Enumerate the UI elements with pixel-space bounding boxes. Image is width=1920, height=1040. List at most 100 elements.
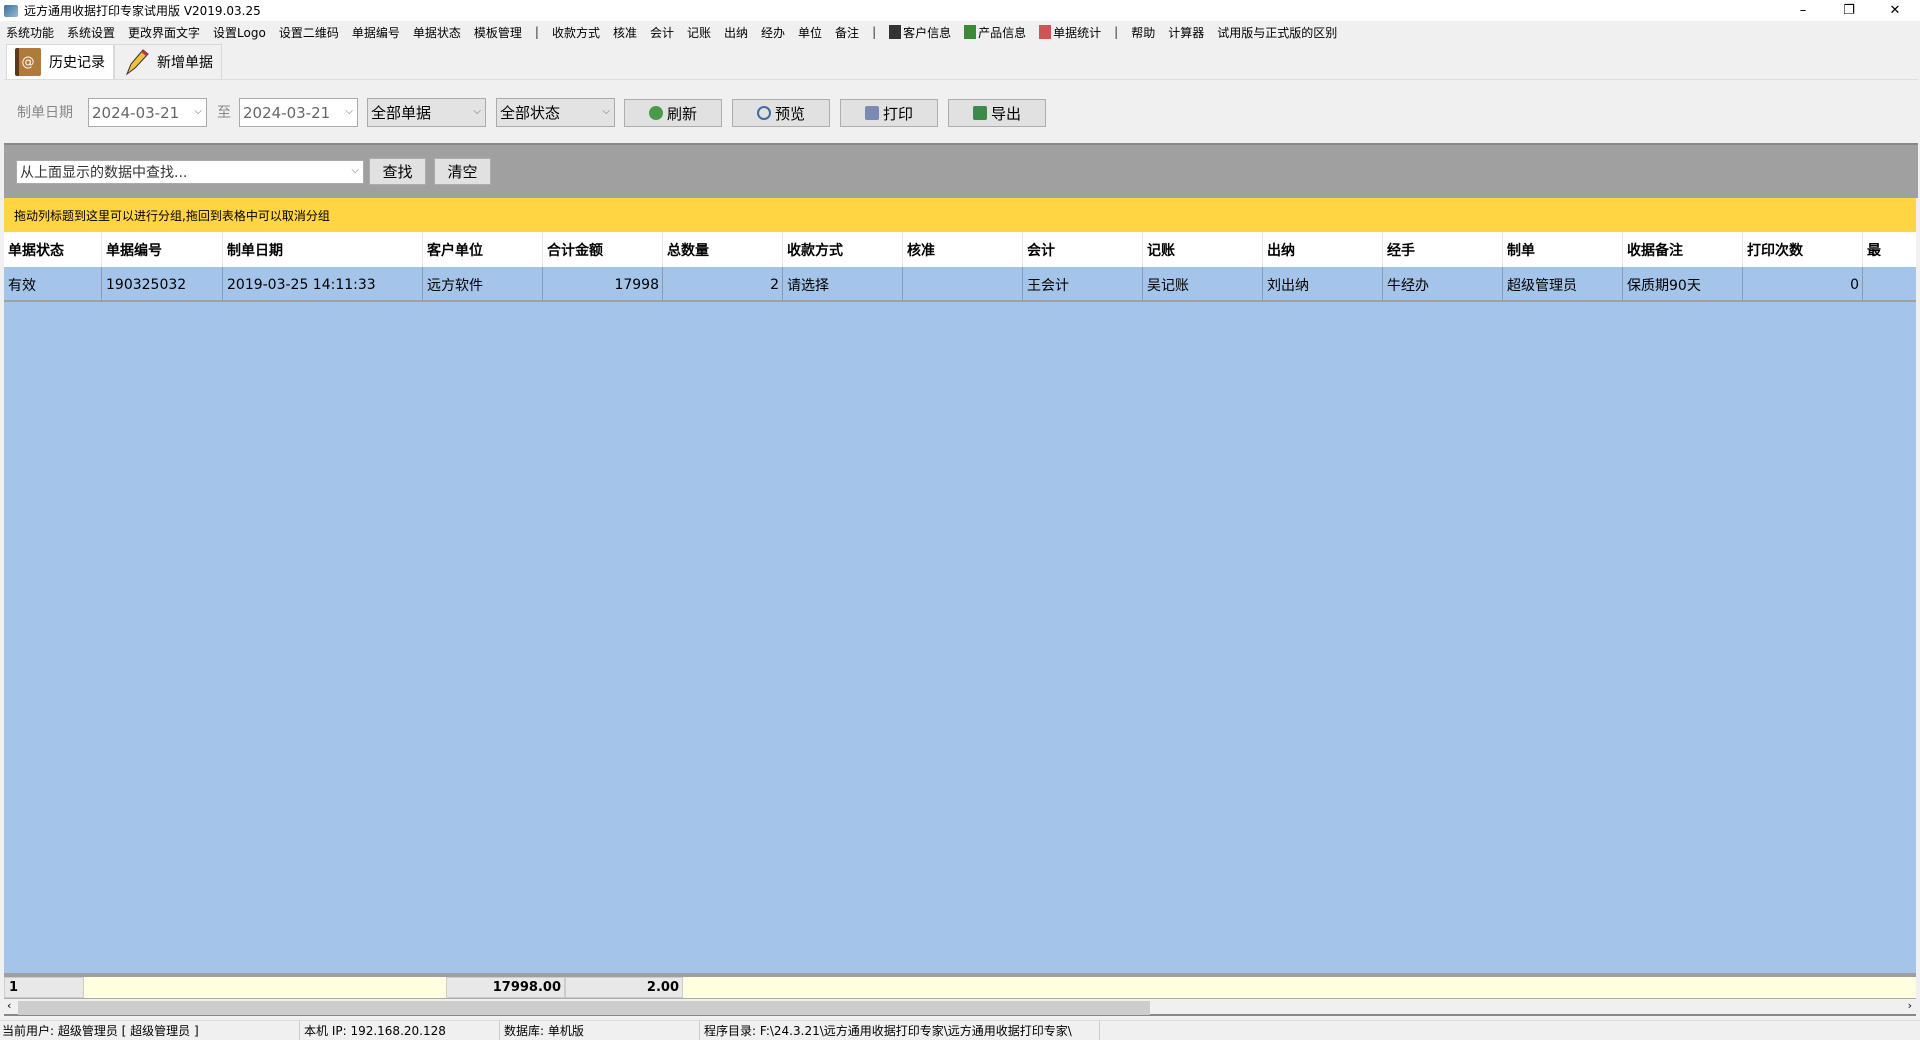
date-from-picker[interactable]: 2024-03-21 ⌵ (88, 98, 207, 127)
menu-bar: 系统功能 系统设置 更改界面文字 设置Logo 设置二维码 单据编号 单据状态 模板管理 | 收款… (0, 21, 1920, 43)
menu-item[interactable]: 试用版与正式版的区别 (1217, 24, 1337, 41)
menu-item-label: 出纳 (724, 25, 749, 40)
column-header[interactable]: 单据状态 (4, 232, 102, 267)
chevron-down-icon: ⌵ (351, 165, 359, 176)
table-cell[interactable]: 牛经办 (1383, 267, 1503, 302)
date-label: 制单日期 (17, 105, 73, 121)
menu-item-label: 更改界面文字 (128, 25, 201, 40)
group-by-area[interactable]: 拖动列标题到这里可以进行分组,拖回到表格中可以取消分组 (4, 198, 1916, 232)
column-header[interactable]: 总数量 (663, 232, 783, 267)
print-button[interactable]: 打印 (840, 99, 938, 127)
menu-item-label: 备注 (835, 25, 860, 40)
table-row[interactable]: 有效 190325032 2019-03-25 14:11:33 远方软件 17998 2… (4, 267, 1916, 302)
receipt-grid: 单据状态 单据编号 制单日期 客户单位 合计金额 总数量 收款方式 核准 会计 记账 出纳 经手 制单收… (4, 232, 1916, 973)
menu-item[interactable]: 计算器 (1168, 24, 1204, 41)
menu-item[interactable]: 更改界面文字 (128, 24, 200, 41)
menu-item[interactable]: 出纳 (724, 24, 748, 41)
column-header[interactable]: 收据备注 (1623, 232, 1743, 267)
column-header[interactable]: 最 (1863, 232, 1916, 267)
table-cell[interactable]: 远方软件 (423, 267, 543, 302)
search-input[interactable]: 从上面显示的数据中查找... ⌵ (16, 160, 364, 184)
footer-spacer (84, 977, 446, 998)
refresh-icon (648, 106, 663, 120)
column-header[interactable]: 客户单位 (423, 232, 543, 267)
column-header[interactable]: 制单 (1503, 232, 1623, 267)
table-cell[interactable] (903, 267, 1023, 302)
menu-item[interactable]: 设置二维码 (279, 24, 339, 41)
total-amount: 17998.00 (446, 977, 565, 998)
menu-item[interactable]: 模板管理 (474, 24, 522, 41)
table-cell[interactable]: 0 (1743, 267, 1863, 302)
table-cell[interactable]: 有效 (4, 267, 102, 302)
column-header[interactable]: 出纳 (1263, 232, 1383, 267)
column-header[interactable]: 打印次数 (1743, 232, 1863, 267)
column-header[interactable]: 记账 (1143, 232, 1263, 267)
menu-item[interactable]: 客户信息 (889, 24, 951, 41)
app-icon (4, 4, 18, 17)
menu-item-label: 产品信息 (978, 25, 1027, 40)
column-header[interactable]: 经手 (1383, 232, 1503, 267)
export-label: 导出 (990, 104, 1021, 123)
menu-item[interactable]: 设置Logo (213, 24, 266, 41)
menu-item[interactable]: 备注 (835, 24, 859, 41)
preview-button[interactable]: 预览 (732, 99, 830, 127)
menu-item[interactable]: 单据统计 (1039, 24, 1101, 41)
date-from-value: 2024-03-21 (92, 103, 180, 122)
menu-item[interactable]: 经办 (761, 24, 785, 41)
money-icon (964, 25, 977, 39)
menu-item[interactable]: 记账 (687, 24, 711, 41)
window-title: 远方通用收据打印专家试用版 V2019.03.25 (24, 4, 261, 18)
column-header[interactable]: 会计 (1023, 232, 1143, 267)
table-cell[interactable]: 请选择 (783, 267, 903, 302)
table-cell[interactable]: 保质期90天 (1623, 267, 1743, 302)
menu-item[interactable]: 产品信息 (964, 24, 1026, 41)
menu-item[interactable]: 收款方式 (552, 24, 600, 41)
print-label: 打印 (882, 104, 913, 123)
table-cell[interactable]: 2019-03-25 14:11:33 (223, 267, 423, 302)
date-to-picker[interactable]: 2024-03-21 ⌵ (239, 98, 358, 127)
column-header[interactable]: 制单日期 (223, 232, 423, 267)
find-button[interactable]: 查找 (369, 158, 426, 185)
tab-history[interactable]: @ 历史记录 (6, 44, 114, 79)
restore-button[interactable]: ❐ (1826, 0, 1872, 21)
scroll-left-icon[interactable]: ‹ (7, 999, 11, 1012)
table-cell[interactable]: 17998 (543, 267, 663, 302)
menu-item[interactable]: 系统功能 (6, 24, 54, 41)
menu-item-label: 计算器 (1168, 25, 1205, 40)
menu-item[interactable]: 帮助 (1131, 24, 1155, 41)
table-cell[interactable]: 王会计 (1023, 267, 1143, 302)
status-filter-select[interactable]: 全部状态 ⌵ (496, 98, 615, 127)
tab-label: 历史记录 (49, 55, 105, 71)
table-cell[interactable]: 2 (663, 267, 783, 302)
menu-item-label: 客户信息 (903, 25, 952, 40)
table-cell[interactable]: 刘出纳 (1263, 267, 1383, 302)
column-header[interactable]: 单据编号 (102, 232, 223, 267)
menu-item[interactable]: 单据编号 (352, 24, 400, 41)
column-header[interactable]: 合计金额 (543, 232, 663, 267)
close-button[interactable]: ✕ (1872, 0, 1918, 21)
table-cell[interactable]: 超级管理员 (1503, 267, 1623, 302)
export-button[interactable]: 导出 (948, 99, 1046, 127)
menu-item[interactable]: 系统设置 (67, 24, 115, 41)
table-cell[interactable] (1863, 267, 1916, 302)
menu-item[interactable]: 单据状态 (413, 24, 461, 41)
menu-item[interactable]: 会计 (650, 24, 674, 41)
refresh-button[interactable]: 刷新 (624, 99, 722, 127)
chevron-down-icon: ⌵ (345, 106, 353, 117)
menu-item[interactable]: 核准 (613, 24, 637, 41)
menu-item-label: 记账 (686, 25, 711, 40)
column-header[interactable]: 收款方式 (783, 232, 903, 267)
table-cell[interactable]: 190325032 (102, 267, 223, 302)
clear-button[interactable]: 清空 (434, 158, 491, 185)
type-filter-select[interactable]: 全部单据 ⌵ (367, 98, 486, 127)
column-header[interactable]: 核准 (903, 232, 1023, 267)
filter-toolbar: 制单日期 2024-03-21 ⌵ 至 2024-03-21 ⌵ 全部单据 ⌵ 全部状… (4, 79, 1918, 143)
horizontal-scrollbar[interactable]: ‹ › (4, 998, 1916, 1016)
scroll-right-icon[interactable]: › (1908, 999, 1912, 1012)
minimize-button[interactable]: – (1780, 0, 1826, 21)
scrollbar-thumb[interactable] (18, 1001, 1150, 1015)
menu-item[interactable]: 单位 (798, 24, 822, 41)
status-db: 数据库: 单机版 (500, 1021, 700, 1040)
table-cell[interactable]: 吴记账 (1143, 267, 1263, 302)
tab-new-receipt[interactable]: 新增单据 (114, 44, 222, 79)
